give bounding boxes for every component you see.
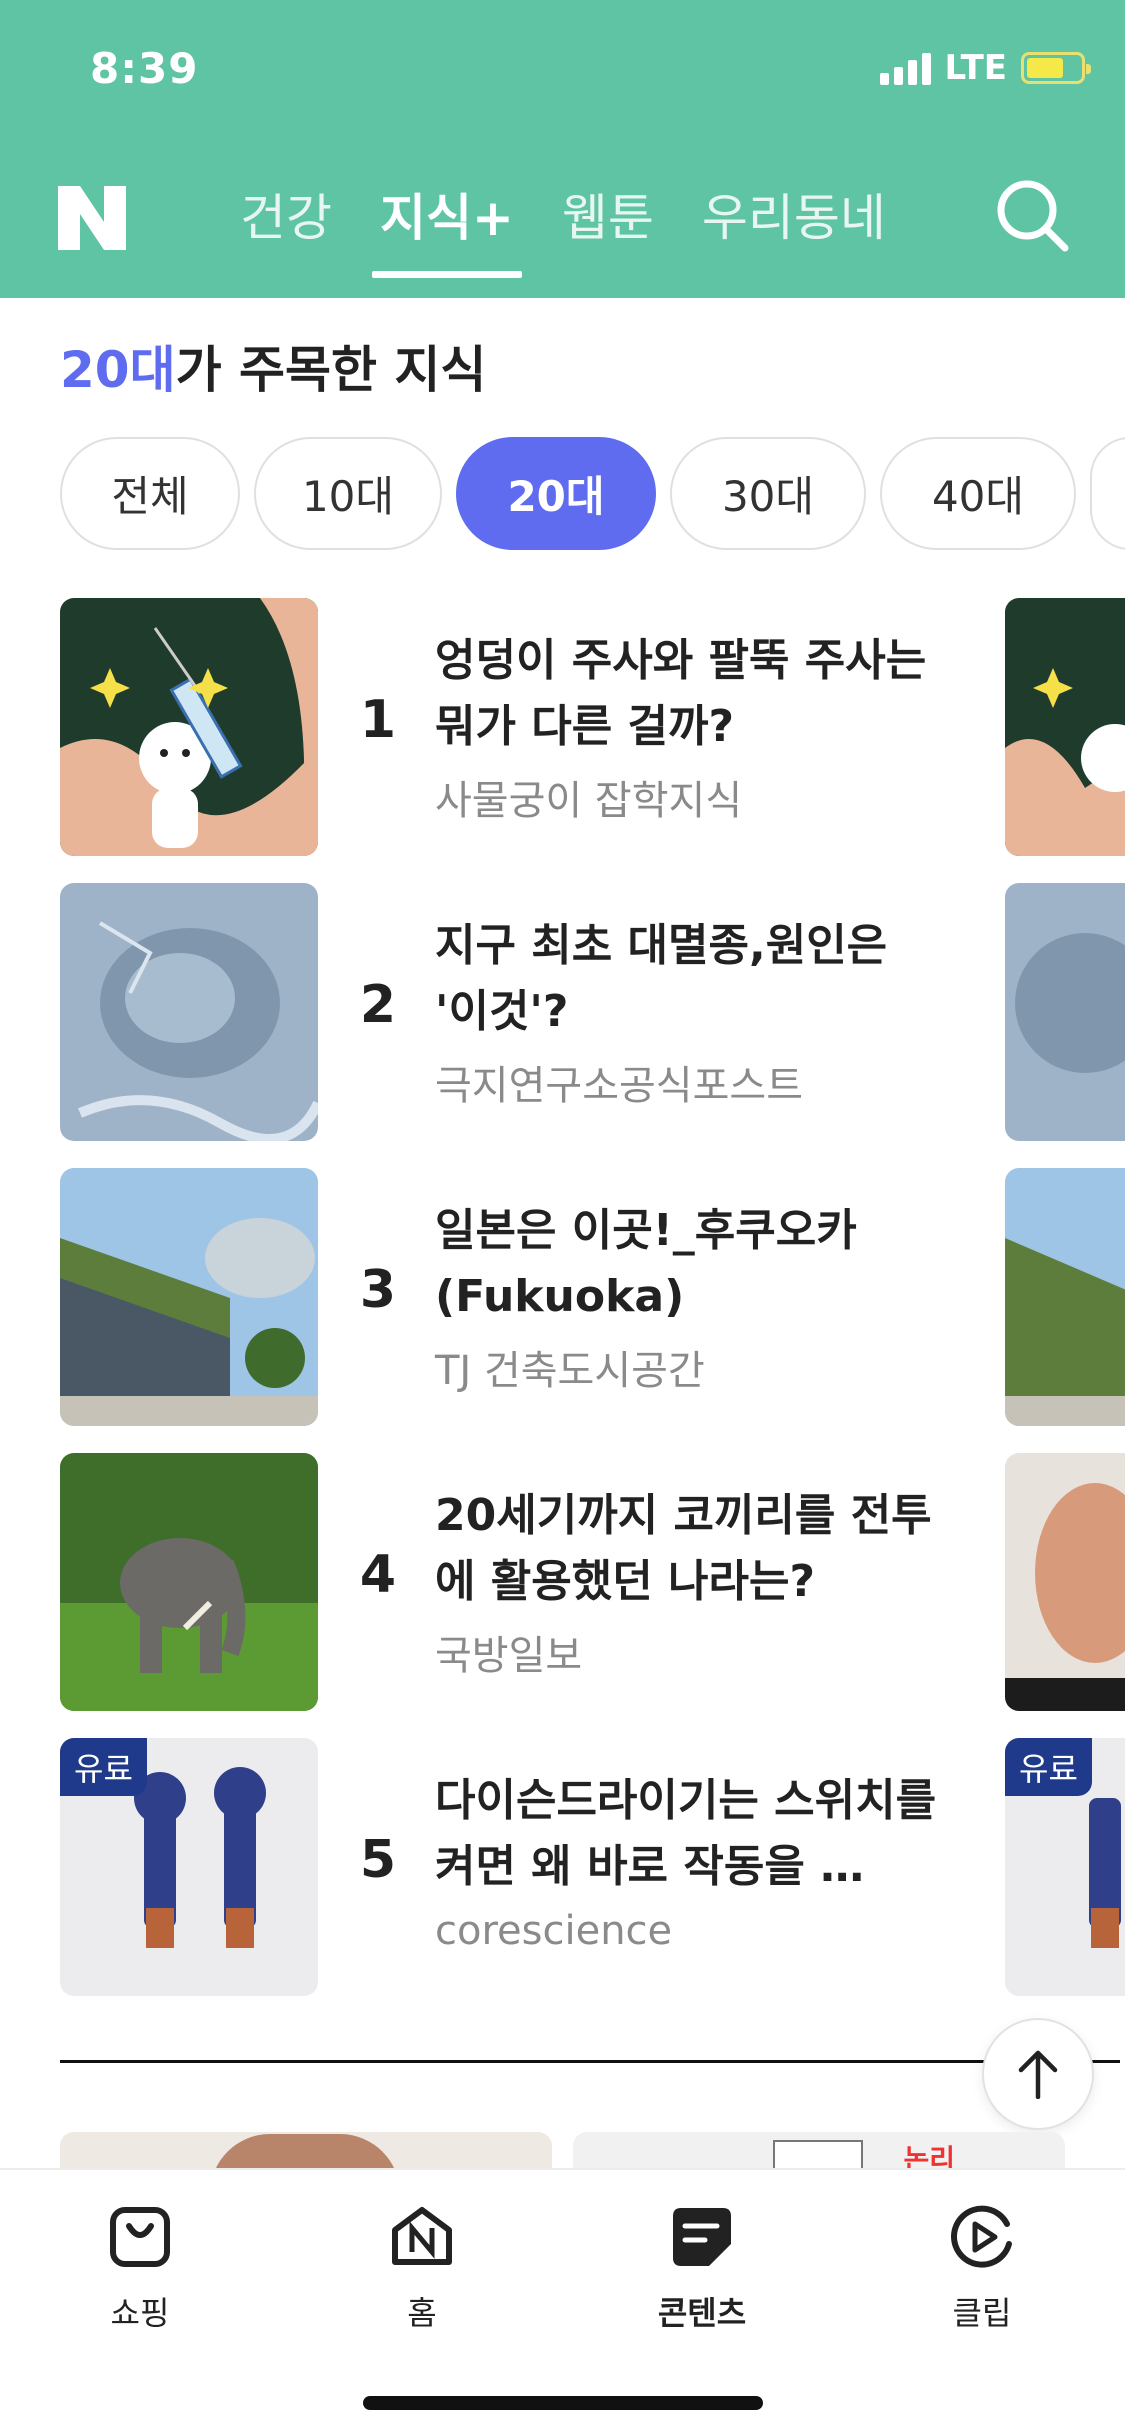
list-item[interactable]: 2 지구 최초 대멸종,원인은 '이것'? 극지연구소공식포스트 bbox=[60, 883, 1125, 1141]
item-source: 국방일보 bbox=[435, 1633, 583, 1679]
bottom-nav-label: 쇼핑 bbox=[110, 2294, 170, 2332]
item-title: 다이슨드라이기는 스위치를 켜면 왜 바로 작동을 … bbox=[435, 1775, 937, 1892]
item-title: 20세기까지 코끼리를 전투에 활용했던 나라는? bbox=[435, 1490, 932, 1607]
home-icon bbox=[392, 2207, 452, 2265]
chip-10s[interactable]: 10대 bbox=[254, 437, 442, 550]
item-rank: 1 bbox=[359, 690, 397, 750]
peek-thumbnail bbox=[1005, 883, 1125, 1141]
next-card[interactable] bbox=[60, 2132, 552, 2172]
bottom-nav-shopping[interactable]: 쇼핑 bbox=[60, 2204, 220, 2334]
clip-play-icon bbox=[951, 2205, 1012, 2268]
naver-logo-icon[interactable] bbox=[58, 186, 126, 250]
next-card[interactable]: 논리 bbox=[573, 2132, 1065, 2172]
next-card-text: 논리 bbox=[903, 2143, 955, 2172]
item-title: 엉덩이 주사와 팔뚝 주사는 뭐가 다른 걸까? bbox=[435, 635, 927, 752]
item-title: 일본은 이곳!_후쿠오카(Fukuoka) bbox=[435, 1205, 857, 1322]
item-thumbnail bbox=[60, 1453, 318, 1711]
search-icon[interactable] bbox=[995, 178, 1071, 254]
home-indicator bbox=[363, 2396, 763, 2410]
signal-icon bbox=[879, 51, 931, 85]
age-filter-chips: 전체 10대 20대 30대 40대 bbox=[60, 437, 1125, 550]
tab-neighborhood[interactable]: 우리동네 bbox=[702, 178, 886, 278]
paid-badge: 유료 bbox=[60, 1738, 147, 1796]
tab-knowledge-plus[interactable]: 지식+ bbox=[372, 178, 522, 278]
peek-thumbnail bbox=[1005, 1453, 1125, 1711]
item-source: 극지연구소공식포스트 bbox=[435, 1063, 803, 1109]
item-rank: 2 bbox=[359, 975, 397, 1035]
item-title: 지구 최초 대멸종,원인은 '이것'? bbox=[435, 920, 888, 1037]
item-source: 사물궁이 잡학지식 bbox=[435, 778, 743, 824]
list-item[interactable]: 4 20세기까지 코끼리를 전투에 활용했던 나라는? 국방일보 bbox=[60, 1453, 1125, 1711]
network-label: LTE bbox=[944, 48, 1007, 88]
chip-30s[interactable]: 30대 bbox=[670, 437, 866, 550]
chip-all[interactable]: 전체 bbox=[60, 437, 240, 550]
section-divider bbox=[60, 2060, 1120, 2063]
section-title-rest: 가 주목한 지식 bbox=[175, 341, 487, 399]
item-rank: 5 bbox=[359, 1830, 397, 1890]
top-nav-tabs: 건강 지식+ 웹툰 우리동네 bbox=[240, 178, 886, 278]
peek-thumbnail bbox=[1005, 598, 1125, 856]
status-time: 8:39 bbox=[90, 44, 199, 93]
item-rank: 3 bbox=[359, 1260, 397, 1320]
item-thumbnail bbox=[60, 598, 318, 856]
item-rank: 4 bbox=[359, 1545, 397, 1605]
scroll-top-button[interactable] bbox=[982, 2018, 1094, 2130]
shopping-bag-icon bbox=[110, 2207, 170, 2267]
bottom-nav-label: 콘텐츠 bbox=[657, 2294, 747, 2332]
section-title-highlight: 20대 bbox=[60, 341, 176, 399]
chip-40s[interactable]: 40대 bbox=[880, 437, 1076, 550]
next-cards-peek: 논리 bbox=[60, 2132, 1125, 2172]
bottom-nav-home[interactable]: 홈 bbox=[342, 2204, 502, 2334]
arrow-up-icon bbox=[1018, 2050, 1058, 2099]
tab-health[interactable]: 건강 bbox=[240, 178, 332, 278]
bottom-nav-clip[interactable]: 클립 bbox=[902, 2204, 1062, 2334]
paid-badge: 유료 bbox=[1005, 1738, 1092, 1796]
content-icon bbox=[673, 2208, 731, 2266]
section-title: 20대가 주목한 지식 bbox=[60, 330, 486, 402]
item-source: corescience bbox=[435, 1908, 673, 1954]
battery-icon bbox=[1021, 52, 1091, 84]
peek-thumbnail bbox=[1005, 1168, 1125, 1426]
chip-20s[interactable]: 20대 bbox=[456, 437, 656, 550]
item-thumbnail bbox=[60, 883, 318, 1141]
app-header: 8:39 LTE 건강 지식+ 웹툰 우리동네 bbox=[0, 0, 1125, 298]
chip-more[interactable] bbox=[1090, 437, 1125, 550]
list-item[interactable]: 1 엉덩이 주사와 팔뚝 주사는 뭐가 다른 걸까? 사물궁이 잡학지식 bbox=[60, 598, 1125, 856]
list-item[interactable]: 유료 5 다이슨드라이기는 스위치를 켜면 왜 바로 작동을 … coresci… bbox=[60, 1738, 1125, 1996]
bottom-nav-label: 클립 bbox=[952, 2294, 1012, 2332]
tab-webtoon[interactable]: 웹툰 bbox=[562, 178, 654, 278]
bottom-nav-label: 홈 bbox=[407, 2294, 437, 2332]
status-indicators: LTE bbox=[879, 48, 1091, 88]
bottom-nav-content[interactable]: 콘텐츠 bbox=[622, 2204, 782, 2334]
list-item[interactable]: 3 일본은 이곳!_후쿠오카(Fukuoka) TJ 건축도시공간 bbox=[60, 1168, 1125, 1426]
item-thumbnail bbox=[60, 1168, 318, 1426]
item-source: TJ 건축도시공간 bbox=[435, 1348, 705, 1394]
